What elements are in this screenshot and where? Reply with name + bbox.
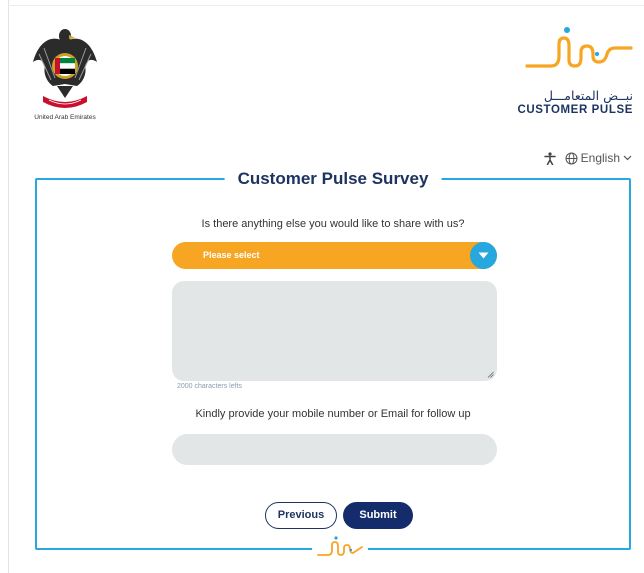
uae-eagle-logo <box>33 29 97 108</box>
comment-textarea[interactable] <box>172 281 497 381</box>
chevron-down-icon <box>623 155 632 161</box>
accessibility-icon[interactable] <box>543 151 556 165</box>
page-top-border <box>8 5 644 6</box>
brand-arabic: نبــض المتعامـــل <box>543 88 633 103</box>
select-toggle-button[interactable] <box>470 242 497 269</box>
globe-icon <box>565 152 578 164</box>
customer-pulse-wave-icon <box>317 536 363 556</box>
uae-emblem: United Arab Emirates <box>20 22 110 121</box>
select-placeholder: Please select <box>203 250 260 260</box>
question-share: Is there anything else you would like to… <box>201 218 465 230</box>
survey-title: Customer Pulse Survey <box>224 169 442 189</box>
char-count: 2000 characters lefts <box>177 383 242 390</box>
question-contact: Kindly provide your mobile number or Ema… <box>195 408 471 420</box>
resize-handle-icon[interactable] <box>487 371 494 378</box>
top-toolbar: English <box>543 151 632 165</box>
page-left-border <box>8 0 9 573</box>
language-selector[interactable]: English <box>565 151 632 165</box>
contact-input[interactable] <box>172 434 497 465</box>
survey-card: Customer Pulse Survey Is there anything … <box>35 169 631 560</box>
language-label: English <box>580 151 620 165</box>
customer-pulse-wave-icon <box>525 27 633 68</box>
previous-button[interactable]: Previous <box>265 502 337 529</box>
footer-pulse-logo <box>312 536 368 560</box>
customer-pulse-logo: نبــض المتعامـــل CUSTOMER PULSE <box>503 26 633 116</box>
share-select[interactable]: Please select <box>172 242 497 269</box>
submit-button[interactable]: Submit <box>343 502 413 529</box>
caret-down-icon <box>478 252 489 259</box>
uae-caption: United Arab Emirates <box>34 114 96 121</box>
brand-english: CUSTOMER PULSE <box>517 104 633 116</box>
